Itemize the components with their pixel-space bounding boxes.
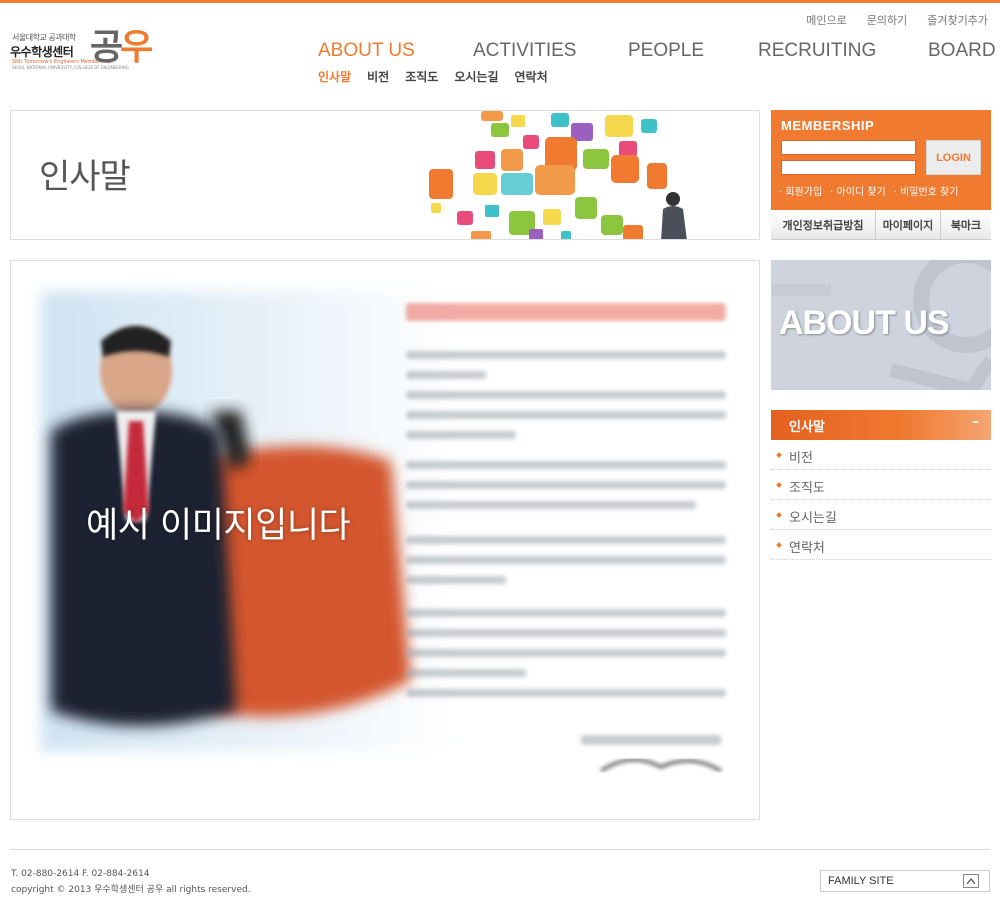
side-menu-item-vision[interactable]: 비전 [771,440,991,470]
logo-name: 우수학생센터 [10,45,74,59]
id-input[interactable] [781,140,916,155]
family-site-select[interactable]: FAMILY SITE [820,870,990,892]
side-menu-active-item[interactable]: 인사말 – [771,410,991,440]
banner-illustration [429,111,687,239]
bullet-icon [776,452,782,458]
bookmark-button[interactable]: 북마크 [941,211,991,240]
find-id-link[interactable]: · 아이디 찾기 [830,183,886,198]
subnav-item-contact[interactable]: 연락처 [515,68,548,85]
logo-mark: 공우 [90,18,153,70]
nav-item-people[interactable]: PEOPLE [628,40,704,62]
side-menu-active-label: 인사말 [789,420,825,435]
utility-links: 메인으로 문의하기 즐겨찾기추가 [806,12,988,28]
nav-item-about-us[interactable]: ABOUT US [318,40,415,62]
top-accent-bar [0,0,1000,3]
bullet-icon [776,542,782,548]
side-menu-item-label: 비전 [789,451,813,466]
page-title: 인사말 [39,157,131,197]
util-link-contact[interactable]: 문의하기 [867,12,907,28]
collapse-icon: – [972,414,979,430]
subnav-item-directions[interactable]: 오시는길 [454,68,498,85]
footer-copyright: copyright © 2013 우수학생센터 공우 all rights re… [11,885,251,895]
side-menu-item-organization[interactable]: 조직도 [771,470,991,500]
membership-links: · 회원가입 · 아이디 찾기 · 비밀번호 찾기 [779,183,958,198]
signup-link[interactable]: · 회원가입 [779,183,822,198]
subnav-item-greeting[interactable]: 인사말 [318,68,351,85]
side-menu-item-contact[interactable]: 연락처 [771,530,991,560]
subnav-item-organization[interactable]: 조직도 [405,68,438,85]
bullet-icon [776,482,782,488]
bullet-icon [776,512,782,518]
main-nav: ABOUT US ACTIVITIES PEOPLE RECRUITING BO… [318,40,996,66]
nav-item-activities[interactable]: ACTIVITIES [473,40,576,62]
site-logo[interactable]: 서울대학교 공과대학 우수학생센터 SNU Tomorrow's Enginee… [10,18,170,78]
side-menu-item-label: 조직도 [789,481,825,496]
section-banner-title: ABOUT US [779,304,950,342]
nav-item-recruiting[interactable]: RECRUITING [758,40,876,62]
mypage-button[interactable]: 마이페이지 [876,211,941,240]
membership-title: MEMBERSHIP [781,118,875,133]
login-button[interactable]: LOGIN [926,140,981,175]
side-menu: 인사말 – 비전 조직도 오시는길 연락처 [771,410,991,560]
family-site-label: FAMILY SITE [828,875,894,887]
privacy-policy-button[interactable]: 개인정보취급방침 [771,211,876,240]
nav-item-board[interactable]: BOARD [928,40,996,62]
side-menu-item-label: 연락처 [789,541,825,556]
footer-contact: T. 02-880-2614 F. 02-884-2614 [11,869,150,879]
find-password-link[interactable]: · 비밀번호 찾기 [894,183,959,198]
page-banner: 인사말 [10,110,760,240]
image-caption: 예시 이미지입니다 [86,506,351,546]
util-link-bookmark[interactable]: 즐겨찾기추가 [927,12,988,28]
footer-info: T. 02-880-2614 F. 02-884-2614 copyright … [11,866,251,898]
chevron-up-icon [963,874,979,888]
util-link-home[interactable]: 메인으로 [806,12,846,28]
membership-box: MEMBERSHIP LOGIN · 회원가입 · 아이디 찾기 · 비밀번호 … [771,110,991,210]
side-menu-item-label: 오시는길 [789,511,837,526]
footer-divider [10,849,990,850]
greeting-content: 예시 이미지입니다 [10,260,760,820]
quick-links: 개인정보취급방침 마이페이지 북마크 [771,211,991,240]
logo-mark-first: 공 [90,27,123,68]
side-menu-item-directions[interactable]: 오시는길 [771,500,991,530]
logo-mark-second: 우 [120,27,153,68]
section-banner: ABOUT US [771,260,991,390]
logo-subtitle: 서울대학교 공과대학 [12,33,76,42]
password-input[interactable] [781,160,916,175]
sub-nav: 인사말 비전 조직도 오시는길 연락처 [318,68,548,85]
subnav-item-vision[interactable]: 비전 [367,68,389,85]
